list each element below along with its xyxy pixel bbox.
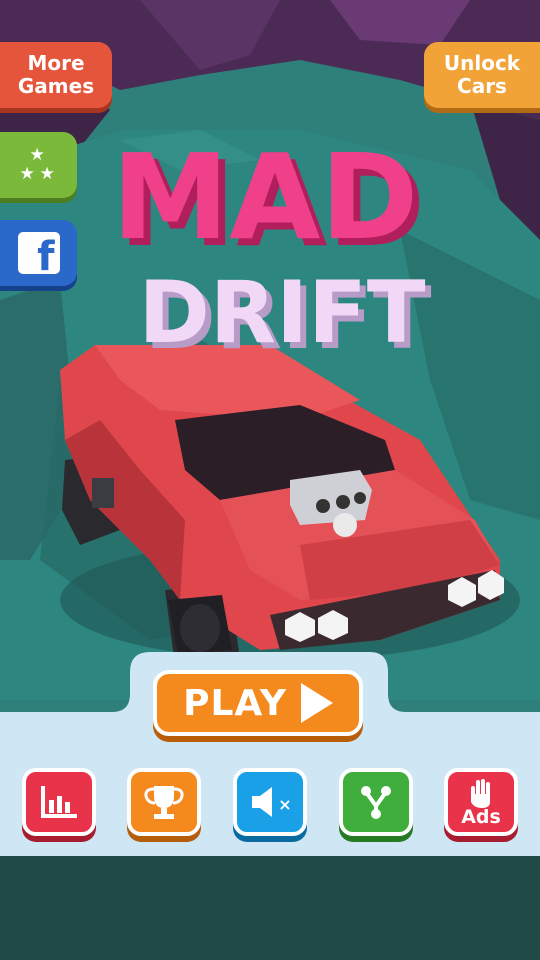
leaderboard-button[interactable] (22, 768, 96, 836)
unlock-cars-button[interactable]: Unlock Cars (424, 42, 540, 108)
sound-toggle-button[interactable]: × (233, 768, 307, 836)
share-icon (361, 786, 391, 819)
ads-label: Ads (461, 805, 501, 828)
facebook-button[interactable]: f (0, 220, 77, 286)
leaderboard-icon (41, 786, 77, 818)
trophy-icon (144, 786, 184, 819)
stars-icon: ★ ★ ★ (19, 145, 55, 184)
play-button[interactable]: PLAY (153, 670, 363, 736)
more-games-label: More Games (17, 51, 95, 98)
unlock-cars-label: Unlock Cars (443, 51, 521, 98)
share-button[interactable] (339, 768, 413, 836)
remove-ads-button[interactable]: Ads (444, 768, 518, 836)
facebook-icon: f (17, 232, 60, 277)
no-ads-hand-icon (471, 778, 490, 808)
play-label: PLAY (183, 682, 287, 724)
play-triangle-icon (300, 683, 333, 723)
achievements-button[interactable] (127, 768, 201, 836)
mute-x-glyph: × (278, 794, 292, 814)
more-games-button[interactable]: More Games (0, 42, 112, 108)
rate-button[interactable]: ★ ★ ★ (0, 132, 77, 198)
